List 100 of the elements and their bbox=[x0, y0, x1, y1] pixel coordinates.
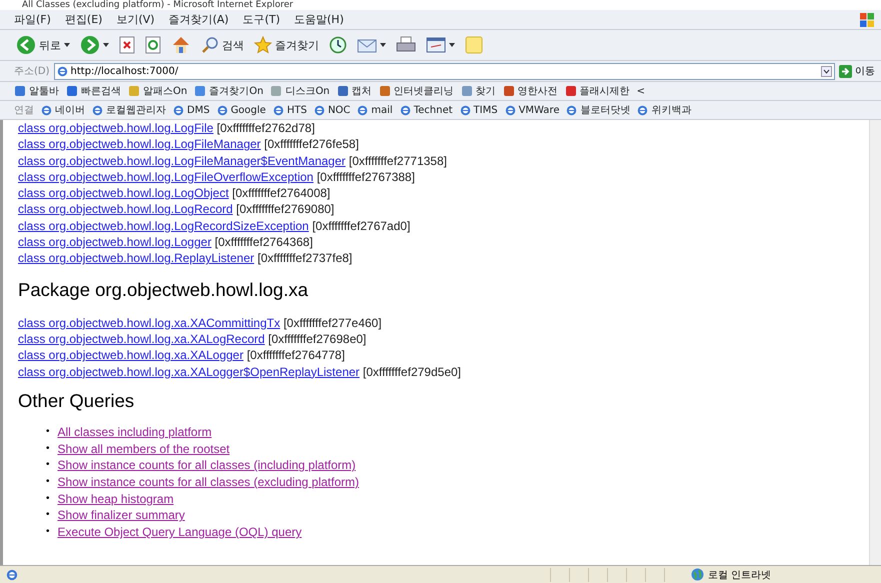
toolbar-item-icon bbox=[128, 85, 140, 97]
favorite-link[interactable]: Google bbox=[216, 104, 266, 116]
class-link[interactable]: class org.objectweb.howl.log.xa.XALogger bbox=[18, 348, 244, 362]
class-link[interactable]: class org.objectweb.howl.log.LogFileManager$EventManager bbox=[18, 154, 346, 168]
back-button[interactable]: 뒤로 bbox=[14, 35, 72, 55]
class-link[interactable]: class org.objectweb.howl.log.ReplayListener bbox=[18, 251, 254, 266]
browser-icon bbox=[92, 104, 103, 116]
refresh-button[interactable] bbox=[143, 36, 163, 54]
addon-toolbar-item[interactable]: 플래시제한 bbox=[564, 84, 630, 98]
query-link[interactable]: Show instance counts for all classes (excluding platform) bbox=[58, 474, 359, 491]
browser-icon bbox=[460, 104, 471, 116]
favorite-link[interactable]: mail bbox=[357, 104, 393, 116]
links-label: 연결 bbox=[14, 104, 34, 117]
class-link[interactable]: class org.objectweb.howl.log.Logger bbox=[18, 235, 212, 250]
edit-button[interactable] bbox=[424, 37, 457, 53]
toolbar-item-icon bbox=[564, 85, 577, 97]
caret-icon bbox=[449, 43, 455, 47]
go-arrow-icon bbox=[839, 64, 852, 78]
class-link[interactable]: class org.objectweb.howl.log.LogFileOverflowException bbox=[18, 170, 314, 184]
favorite-link[interactable]: Technet bbox=[400, 104, 453, 116]
addon-toolbar-item[interactable]: 영한사전 bbox=[502, 84, 558, 98]
toolbar-item-icon bbox=[270, 85, 282, 97]
print-button[interactable] bbox=[394, 36, 418, 54]
stop-icon bbox=[119, 36, 135, 54]
favorite-link[interactable]: DMS bbox=[173, 104, 210, 116]
window-title: All Classes (excluding platform) - Microsoft Internet Explorer bbox=[0, 0, 881, 10]
object-address: [0xfffffffef2737fe8] bbox=[257, 251, 352, 266]
browser-icon bbox=[216, 104, 228, 116]
section-heading: Other Queries bbox=[18, 390, 136, 412]
toolbar-item-icon bbox=[378, 85, 391, 97]
favorite-link[interactable]: 로컬웹관리자 bbox=[92, 103, 166, 117]
menu-item[interactable]: 보기(V) bbox=[116, 12, 155, 27]
browser-icon bbox=[173, 104, 184, 116]
package-heading: Package org.objectweb.howl.log.xa bbox=[18, 278, 310, 301]
favorite-link[interactable]: VMWare bbox=[504, 104, 560, 116]
browser-icon bbox=[504, 104, 516, 116]
addon-toolbar-item[interactable]: 빠른검색 bbox=[66, 84, 121, 98]
address-field[interactable]: http://localhost:7000/ bbox=[54, 62, 835, 80]
object-address: [0xfffffffef2764368] bbox=[214, 235, 313, 250]
mail-button[interactable] bbox=[355, 37, 388, 53]
menu-item[interactable]: 파일(F) bbox=[14, 12, 51, 27]
printer-icon bbox=[396, 36, 416, 54]
stop-button[interactable] bbox=[117, 36, 137, 54]
object-address: [0xfffffffef2764008] bbox=[232, 186, 330, 200]
class-link[interactable]: class org.objectweb.howl.log.xa.XALogger$OpenReplayListener bbox=[18, 364, 360, 379]
query-link[interactable]: Show all members of the rootset bbox=[58, 440, 230, 458]
favorite-link[interactable]: 블로터닷넷 bbox=[566, 103, 630, 117]
favorite-link[interactable]: TIMS bbox=[460, 104, 498, 116]
menu-item[interactable]: 즐겨찾기(A) bbox=[168, 12, 229, 27]
menu-item[interactable]: 도구(T) bbox=[242, 12, 280, 27]
object-address: [0xfffffffef2764778] bbox=[246, 348, 345, 362]
go-button[interactable]: 이동 bbox=[839, 64, 875, 78]
class-link[interactable]: class org.objectweb.howl.log.LogRecord bbox=[18, 202, 233, 216]
browser-icon bbox=[566, 104, 578, 116]
addon-toolbar-item[interactable]: 찾기 bbox=[460, 84, 496, 98]
addon-toolbar-item[interactable]: 인터넷클리닝 bbox=[378, 84, 454, 98]
favorite-link[interactable]: 위키백과 bbox=[637, 103, 692, 117]
bullet: • bbox=[46, 458, 50, 472]
browser-icon bbox=[400, 104, 411, 116]
search-button[interactable]: 검색 bbox=[199, 36, 246, 54]
history-button[interactable] bbox=[327, 36, 349, 54]
toolbar-item-icon bbox=[336, 85, 349, 97]
class-link[interactable]: class org.objectweb.howl.log.LogRecordSizeException bbox=[18, 218, 309, 233]
query-link[interactable]: All classes including platform bbox=[58, 424, 212, 441]
favorites-button[interactable]: 즐겨찾기 bbox=[252, 36, 321, 54]
scrollbar[interactable] bbox=[869, 120, 881, 565]
zone-label: 로컬 인트라넷 bbox=[690, 568, 771, 582]
class-link[interactable]: class org.objectweb.howl.log.LogFileManager bbox=[18, 137, 261, 152]
class-link[interactable]: class org.objectweb.howl.log.xa.XACommittingTx bbox=[18, 316, 280, 330]
query-link[interactable]: Show instance counts for all classes (including platform) bbox=[58, 457, 356, 474]
search-icon bbox=[201, 36, 219, 54]
addon-toolbar-item[interactable]: 알툴바 bbox=[14, 84, 59, 98]
favorite-link[interactable]: NOC bbox=[314, 104, 350, 116]
forward-button[interactable] bbox=[78, 35, 111, 55]
favorite-link[interactable]: HTS bbox=[272, 104, 307, 116]
envelope-icon bbox=[357, 37, 377, 53]
query-link[interactable]: Show heap histogram bbox=[58, 490, 174, 508]
object-address: [0xfffffffef2769080] bbox=[236, 202, 334, 216]
bullet: • bbox=[46, 442, 50, 456]
bullet: • bbox=[46, 508, 50, 522]
globe-icon bbox=[690, 568, 704, 581]
class-link[interactable]: class org.objectweb.howl.log.xa.XALogRecord bbox=[18, 332, 265, 346]
bullet: • bbox=[46, 424, 50, 439]
object-address: [0xfffffffef2767388] bbox=[316, 170, 415, 184]
favorite-link[interactable]: 네이버 bbox=[41, 103, 85, 117]
menu-item[interactable]: 도움말(H) bbox=[294, 12, 344, 27]
addon-toolbar-item[interactable]: 캡처 bbox=[336, 84, 372, 98]
bullet: • bbox=[46, 525, 50, 540]
query-link[interactable]: Show finalizer summary bbox=[58, 507, 185, 524]
query-link[interactable]: Execute Object Query Language (OQL) query bbox=[58, 524, 302, 541]
class-link[interactable]: class org.objectweb.howl.log.LogObject bbox=[18, 186, 229, 200]
note-icon bbox=[465, 36, 483, 54]
addon-toolbar-item[interactable]: < bbox=[636, 86, 646, 96]
class-link[interactable]: class org.objectweb.howl.log.LogFile bbox=[18, 121, 214, 135]
toolbar-item-icon bbox=[502, 85, 515, 97]
addon-toolbar-item[interactable]: 즐겨찾기On bbox=[194, 84, 264, 98]
addon-toolbar-item[interactable]: 디스크On bbox=[270, 84, 330, 98]
menu-item[interactable]: 편집(E) bbox=[64, 12, 102, 27]
addon-toolbar-item[interactable]: 알패스On bbox=[128, 84, 188, 98]
address-label: 주소(D) bbox=[14, 65, 50, 78]
